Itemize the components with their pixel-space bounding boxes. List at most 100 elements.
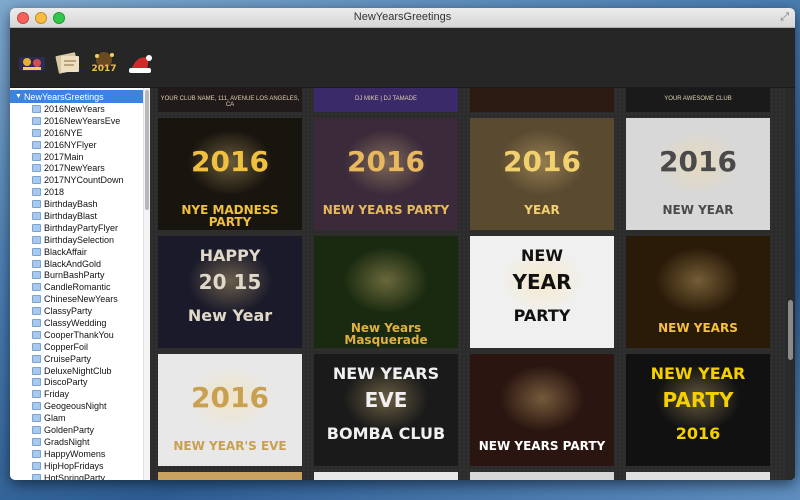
thumbnail-headline: HAPPY: [199, 246, 261, 265]
folder-icon: [32, 247, 41, 256]
thumbnail-caption: YOUR CLUB NAME, 111, AVENUE LOS ANGELES,…: [160, 96, 300, 108]
sidebar-folder-label: 2016NewYearsEve: [44, 115, 121, 126]
template-thumbnail[interactable]: New Years Masquerade: [314, 236, 458, 348]
sidebar-root-item[interactable]: ▼ NewYearsGreetings: [10, 90, 150, 103]
sidebar-folder-item[interactable]: HipHopFridays: [10, 460, 150, 472]
template-thumbnail[interactable]: YOUR CLUB NAME, 111, AVENUE LOS ANGELES,…: [158, 88, 302, 112]
folder-icon: [32, 104, 41, 113]
card-icon[interactable]: [52, 47, 84, 79]
template-thumbnail[interactable]: HAPPY 20 15 New Year: [158, 236, 302, 348]
template-thumbnail[interactable]: [158, 472, 302, 480]
template-thumbnail[interactable]: [470, 472, 614, 480]
sidebar-folder-item[interactable]: 2016NYE: [10, 127, 150, 139]
folder-icon: [32, 200, 41, 209]
sidebar-folder-item[interactable]: DiscoParty: [10, 376, 150, 388]
template-thumbnail[interactable]: [470, 88, 614, 112]
sidebar-folder-label: BlackAndGold: [44, 258, 102, 269]
thumbnail-headline: 2016: [347, 145, 425, 178]
fullscreen-icon[interactable]: ⤢: [780, 11, 789, 24]
folder-icon: [32, 437, 41, 446]
sidebar-folder-item[interactable]: BirthdayBash: [10, 198, 150, 210]
sidebar-root-label: NewYearsGreetings: [23, 91, 104, 102]
template-thumbnail[interactable]: 2016 NEW YEARS PARTY: [314, 118, 458, 230]
folder-list: 2016NewYears 2016NewYearsEve 2016NYE 2016NY…: [10, 103, 150, 480]
svg-text:2017: 2017: [91, 64, 116, 74]
sidebar-folder-item[interactable]: CandleRomantic: [10, 281, 150, 293]
fireworks-thumb-icon[interactable]: [16, 47, 48, 79]
sidebar-folder-item[interactable]: ChineseNewYears: [10, 293, 150, 305]
template-thumbnail[interactable]: 2016 YEAR: [470, 118, 614, 230]
sidebar-scrollbar[interactable]: [143, 88, 150, 480]
thumbnail-caption: NEW YEARS: [658, 321, 738, 335]
folder-icon: [32, 390, 41, 399]
template-thumbnail[interactable]: NEW YEAR PARTY 2016: [626, 354, 770, 466]
sidebar-folder-item[interactable]: 2018: [10, 186, 150, 198]
template-thumbnail[interactable]: 2016 NEW YEAR: [626, 118, 770, 230]
template-thumbnail[interactable]: [626, 472, 770, 480]
sidebar-folder-item[interactable]: DeluxeNightClub: [10, 365, 150, 377]
folder-icon: [32, 128, 41, 137]
sidebar-folder-item[interactable]: ClassyWedding: [10, 317, 150, 329]
folder-icon: [32, 116, 41, 125]
sidebar-folder-item[interactable]: GeogeousNight: [10, 400, 150, 412]
sidebar-folder-item[interactable]: HotSpringParty: [10, 472, 150, 480]
sidebar-folder-item[interactable]: GradsNight: [10, 436, 150, 448]
sidebar-folder-item[interactable]: Glam: [10, 412, 150, 424]
sidebar-folder-item[interactable]: BlackAffair: [10, 246, 150, 258]
gallery-scrollbar[interactable]: [785, 88, 795, 480]
thumbnail-glow: [342, 247, 430, 315]
thumbnail-caption: YEAR: [524, 203, 560, 217]
thumbnail-glow: [654, 247, 742, 315]
gallery-scroll-thumb[interactable]: [788, 300, 793, 360]
sidebar-folder-label: BlackAffair: [44, 246, 87, 257]
sidebar-folder-item[interactable]: 2017NYCountDown: [10, 174, 150, 186]
sidebar-folder-item[interactable]: Friday: [10, 388, 150, 400]
folder-icon: [32, 318, 41, 327]
sidebar-folder-item[interactable]: BirthdayPartyFlyer: [10, 222, 150, 234]
sidebar-folder-item[interactable]: 2016NewYears: [10, 103, 150, 115]
sidebar-folder-item[interactable]: BirthdayBlast: [10, 210, 150, 222]
app-window: NewYearsGreetings ⤢ 2017 ▼ NewYearsGreet…: [10, 8, 795, 480]
template-thumbnail[interactable]: NEW YEARS: [626, 236, 770, 348]
sidebar-folder-item[interactable]: CruiseParty: [10, 353, 150, 365]
santa-hat-icon[interactable]: [124, 47, 156, 79]
sidebar-folder-label: DeluxeNightClub: [44, 365, 112, 376]
sidebar-folder-item[interactable]: GoldenParty: [10, 424, 150, 436]
disclosure-triangle-icon[interactable]: ▼: [15, 93, 22, 100]
sidebar-folder-item[interactable]: 2017Main: [10, 151, 150, 163]
thumbnail-subheadline: 20 15: [198, 270, 262, 294]
sidebar-scroll-thumb[interactable]: [145, 90, 149, 210]
sidebar-folder-item[interactable]: 2016NewYearsEve: [10, 115, 150, 127]
sidebar-folder-item[interactable]: CooperThankYou: [10, 329, 150, 341]
folder-icon: [32, 176, 41, 185]
template-thumbnail[interactable]: YOUR AWESOME CLUB: [626, 88, 770, 112]
sidebar-folder-label: ClassyParty: [44, 306, 93, 317]
folder-icon: [32, 188, 41, 197]
sidebar-folder-item[interactable]: BlackAndGold: [10, 258, 150, 270]
year-2017-icon[interactable]: 2017: [88, 47, 120, 79]
folder-icon: [32, 235, 41, 244]
folder-icon: [32, 164, 41, 173]
template-thumbnail[interactable]: 2016 NEW YEAR'S EVE: [158, 354, 302, 466]
sidebar-folder-item[interactable]: HappyWomens: [10, 448, 150, 460]
template-thumbnail[interactable]: 2016 NYE MADNESS PARTY: [158, 118, 302, 230]
sidebar-folder-label: BirthdayBlast: [44, 210, 98, 221]
sidebar-folder-label: Friday: [44, 389, 70, 400]
sidebar-folder-label: ChineseNewYears: [44, 294, 118, 305]
template-thumbnail[interactable]: DJ MIKE | DJ TAMADE: [314, 88, 458, 112]
sidebar-folder-item[interactable]: BirthdaySelection: [10, 234, 150, 246]
template-thumbnail[interactable]: NEW YEAR PARTY: [470, 236, 614, 348]
template-thumbnail[interactable]: [314, 472, 458, 480]
sidebar-folder-item[interactable]: BurnBashParty: [10, 269, 150, 281]
thumbnail-caption: NYE MADNESS PARTY: [181, 203, 279, 229]
sidebar-folder-item[interactable]: 2016NYFlyer: [10, 139, 150, 151]
window-title: NewYearsGreetings: [353, 11, 452, 23]
template-thumbnail[interactable]: NEW YEARS PARTY: [470, 354, 614, 466]
sidebar-folder-item[interactable]: 2017NewYears: [10, 162, 150, 174]
thumbnail-headline: NEW: [521, 246, 563, 265]
folder-icon: [32, 342, 41, 351]
sidebar-folder-item[interactable]: ClassyParty: [10, 305, 150, 317]
template-thumbnail[interactable]: NEW YEARS EVE BOMBA CLUB: [314, 354, 458, 466]
thumbnail-caption: 2016: [675, 424, 721, 443]
sidebar-folder-item[interactable]: CopperFoil: [10, 341, 150, 353]
